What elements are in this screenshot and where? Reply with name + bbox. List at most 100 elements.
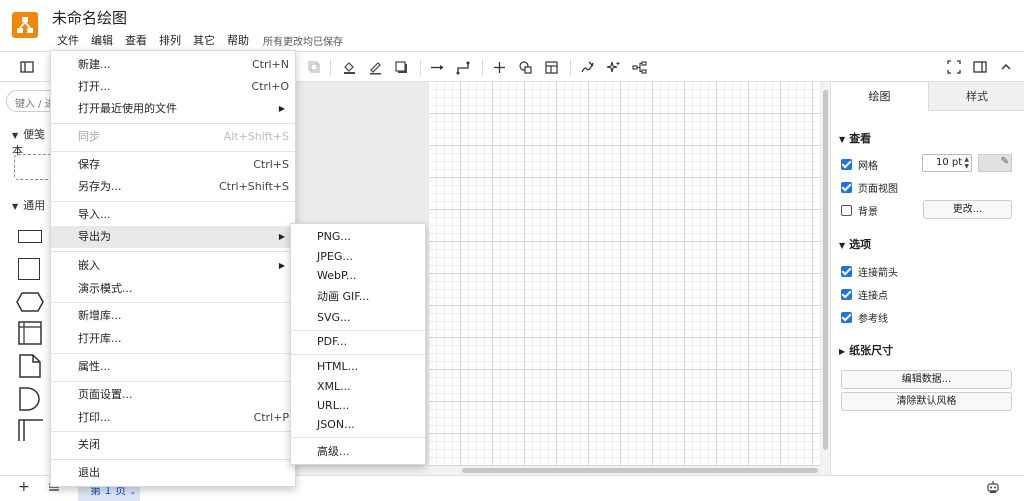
document-title[interactable]: 未命名绘图 [52,7,127,28]
fill-color-icon[interactable] [342,60,357,75]
connection-arrows-checkbox[interactable] [841,266,852,277]
menu-separator [51,459,295,460]
paper-size-section-header[interactable]: ▶ 纸张尺寸 [839,342,893,358]
guides-checkbox-row[interactable]: 参考线 [841,310,888,325]
waypoints-icon[interactable] [456,60,471,75]
menu-item-embed[interactable]: 嵌入 ▶ [51,255,295,277]
shape-square[interactable] [18,258,40,280]
expand-triangle-icon: ▼ [839,241,846,250]
drawing-page-grid[interactable] [429,82,821,466]
menu-item-presentation-mode[interactable]: 演示模式... [51,278,295,300]
menu-item-close[interactable]: 关闭 [51,434,295,456]
grid-size-value: 10 pt [936,157,963,168]
sidebar-section-general[interactable]: ▼ 通用 [12,197,45,213]
shape-document[interactable] [19,354,41,378]
shape-partial-container[interactable] [18,419,44,441]
grid-color-picker[interactable]: ✎ [978,154,1012,172]
connection-straight-icon[interactable] [430,60,445,75]
connection-points-label: 连接点 [858,291,888,302]
menu-edit[interactable]: 编辑 [85,31,119,50]
grid-checkbox[interactable] [841,159,852,170]
mindmap-icon[interactable] [632,60,647,75]
export-webp[interactable]: WebP... [291,265,425,287]
insert-plus-icon[interactable] [492,60,507,75]
line-color-icon[interactable] [368,60,383,75]
menu-separator [51,381,295,382]
menu-item-properties[interactable]: 属性... [51,356,295,378]
background-checkbox[interactable] [841,205,852,216]
horizontal-scroll-thumb[interactable] [462,468,818,473]
menu-item-save-as[interactable]: 另存为... Ctrl+Shift+S [51,176,295,198]
export-html[interactable]: HTML... [291,356,425,378]
shadow-icon[interactable] [394,60,409,75]
export-animated-gif[interactable]: 动画 GIF... [291,286,425,308]
export-advanced[interactable]: 高级... [291,441,425,463]
menu-item-label: 嵌入 [78,259,100,272]
clear-default-style-button[interactable]: 清除默认风格 [841,392,1012,411]
export-pdf[interactable]: PDF... [291,331,425,353]
sidebar-toggle-icon[interactable] [19,60,34,75]
format-panel-toggle-icon[interactable] [972,60,987,75]
menu-help[interactable]: 帮助 [221,31,255,50]
edit-data-button[interactable]: 编辑数据... [841,370,1012,389]
page-view-label: 页面视图 [858,184,898,195]
menu-item-exit[interactable]: 退出 [51,462,295,484]
shape-delay[interactable] [19,387,41,411]
view-section-header[interactable]: ▼ 查看 [839,130,871,146]
vertical-scroll-thumb[interactable] [823,90,828,450]
format-tabs: 绘图 样式 [831,82,1024,111]
menu-item-export-as[interactable]: 导出为 ▶ [51,226,295,248]
menu-extras[interactable]: 其它 [187,31,221,50]
collapse-chevron-up-icon[interactable] [998,60,1013,75]
shape-rectangle[interactable] [18,230,42,243]
page-view-checkbox[interactable] [841,182,852,193]
menu-arrange[interactable]: 排列 [153,31,187,50]
connection-arrows-checkbox-row[interactable]: 连接箭头 [841,264,898,279]
menu-item-import[interactable]: 导入... [51,204,295,226]
freehand-draw-icon[interactable] [580,60,595,75]
page-view-checkbox-row[interactable]: 页面视图 [841,180,898,195]
menu-item-new[interactable]: 新建... Ctrl+N [51,54,295,76]
grid-label: 网格 [858,161,878,172]
grid-size-input[interactable]: 10 pt ▲ ▼ [922,154,972,172]
tab-diagram[interactable]: 绘图 [831,82,928,111]
grid-checkbox-row[interactable]: 网格 [841,157,878,172]
feedback-bot-icon[interactable] [986,480,1000,498]
guides-checkbox[interactable] [841,312,852,323]
shape-hexagon[interactable] [16,292,44,312]
menu-file[interactable]: 文件 [52,31,85,50]
menu-item-open-recent[interactable]: 打开最近使用的文件 ▶ [51,98,295,120]
menu-separator [51,251,295,252]
tab-style[interactable]: 样式 [928,82,1024,111]
shape-internal-storage[interactable] [18,321,42,345]
scratchpad-drop-area[interactable] [14,154,54,180]
menu-item-label: 导出为 [78,230,111,243]
save-status[interactable]: 所有更改均已保存 [255,31,351,50]
duplicate-icon[interactable] [306,60,321,75]
submenu-arrow-icon: ▶ [278,232,285,241]
chevron-down-icon[interactable]: ⌄ [130,487,137,496]
connection-points-checkbox-row[interactable]: 连接点 [841,287,888,302]
options-section-header[interactable]: ▼ 选项 [839,236,871,252]
magic-sparkle-icon[interactable] [606,60,621,75]
edit-pencil-icon[interactable]: ✎ [1001,156,1009,167]
menu-view[interactable]: 查看 [119,31,153,50]
change-background-button[interactable]: 更改... [923,200,1012,219]
menu-item-open[interactable]: 打开... Ctrl+O [51,76,295,98]
add-page-plus-icon[interactable]: + [18,479,30,495]
fullscreen-icon[interactable] [946,60,961,75]
menu-item-save[interactable]: 保存 Ctrl+S [51,154,295,176]
connection-points-checkbox[interactable] [841,289,852,300]
export-svg[interactable]: SVG... [291,307,425,329]
submenu-arrow-icon: ▶ [278,104,285,113]
spinner-arrows-icon[interactable]: ▲ ▼ [964,156,969,170]
menu-item-new-library[interactable]: 新增库... [51,305,295,327]
background-checkbox-row[interactable]: 背景 [841,203,878,218]
menu-item-print[interactable]: 打印... Ctrl+P [51,407,295,429]
export-json[interactable]: JSON... [291,414,425,436]
shapes-icon[interactable] [518,60,533,75]
menu-item-open-library[interactable]: 打开库... [51,328,295,350]
export-png[interactable]: PNG... [291,226,425,248]
table-icon[interactable] [544,60,559,75]
menu-item-page-setup[interactable]: 页面设置... [51,384,295,406]
